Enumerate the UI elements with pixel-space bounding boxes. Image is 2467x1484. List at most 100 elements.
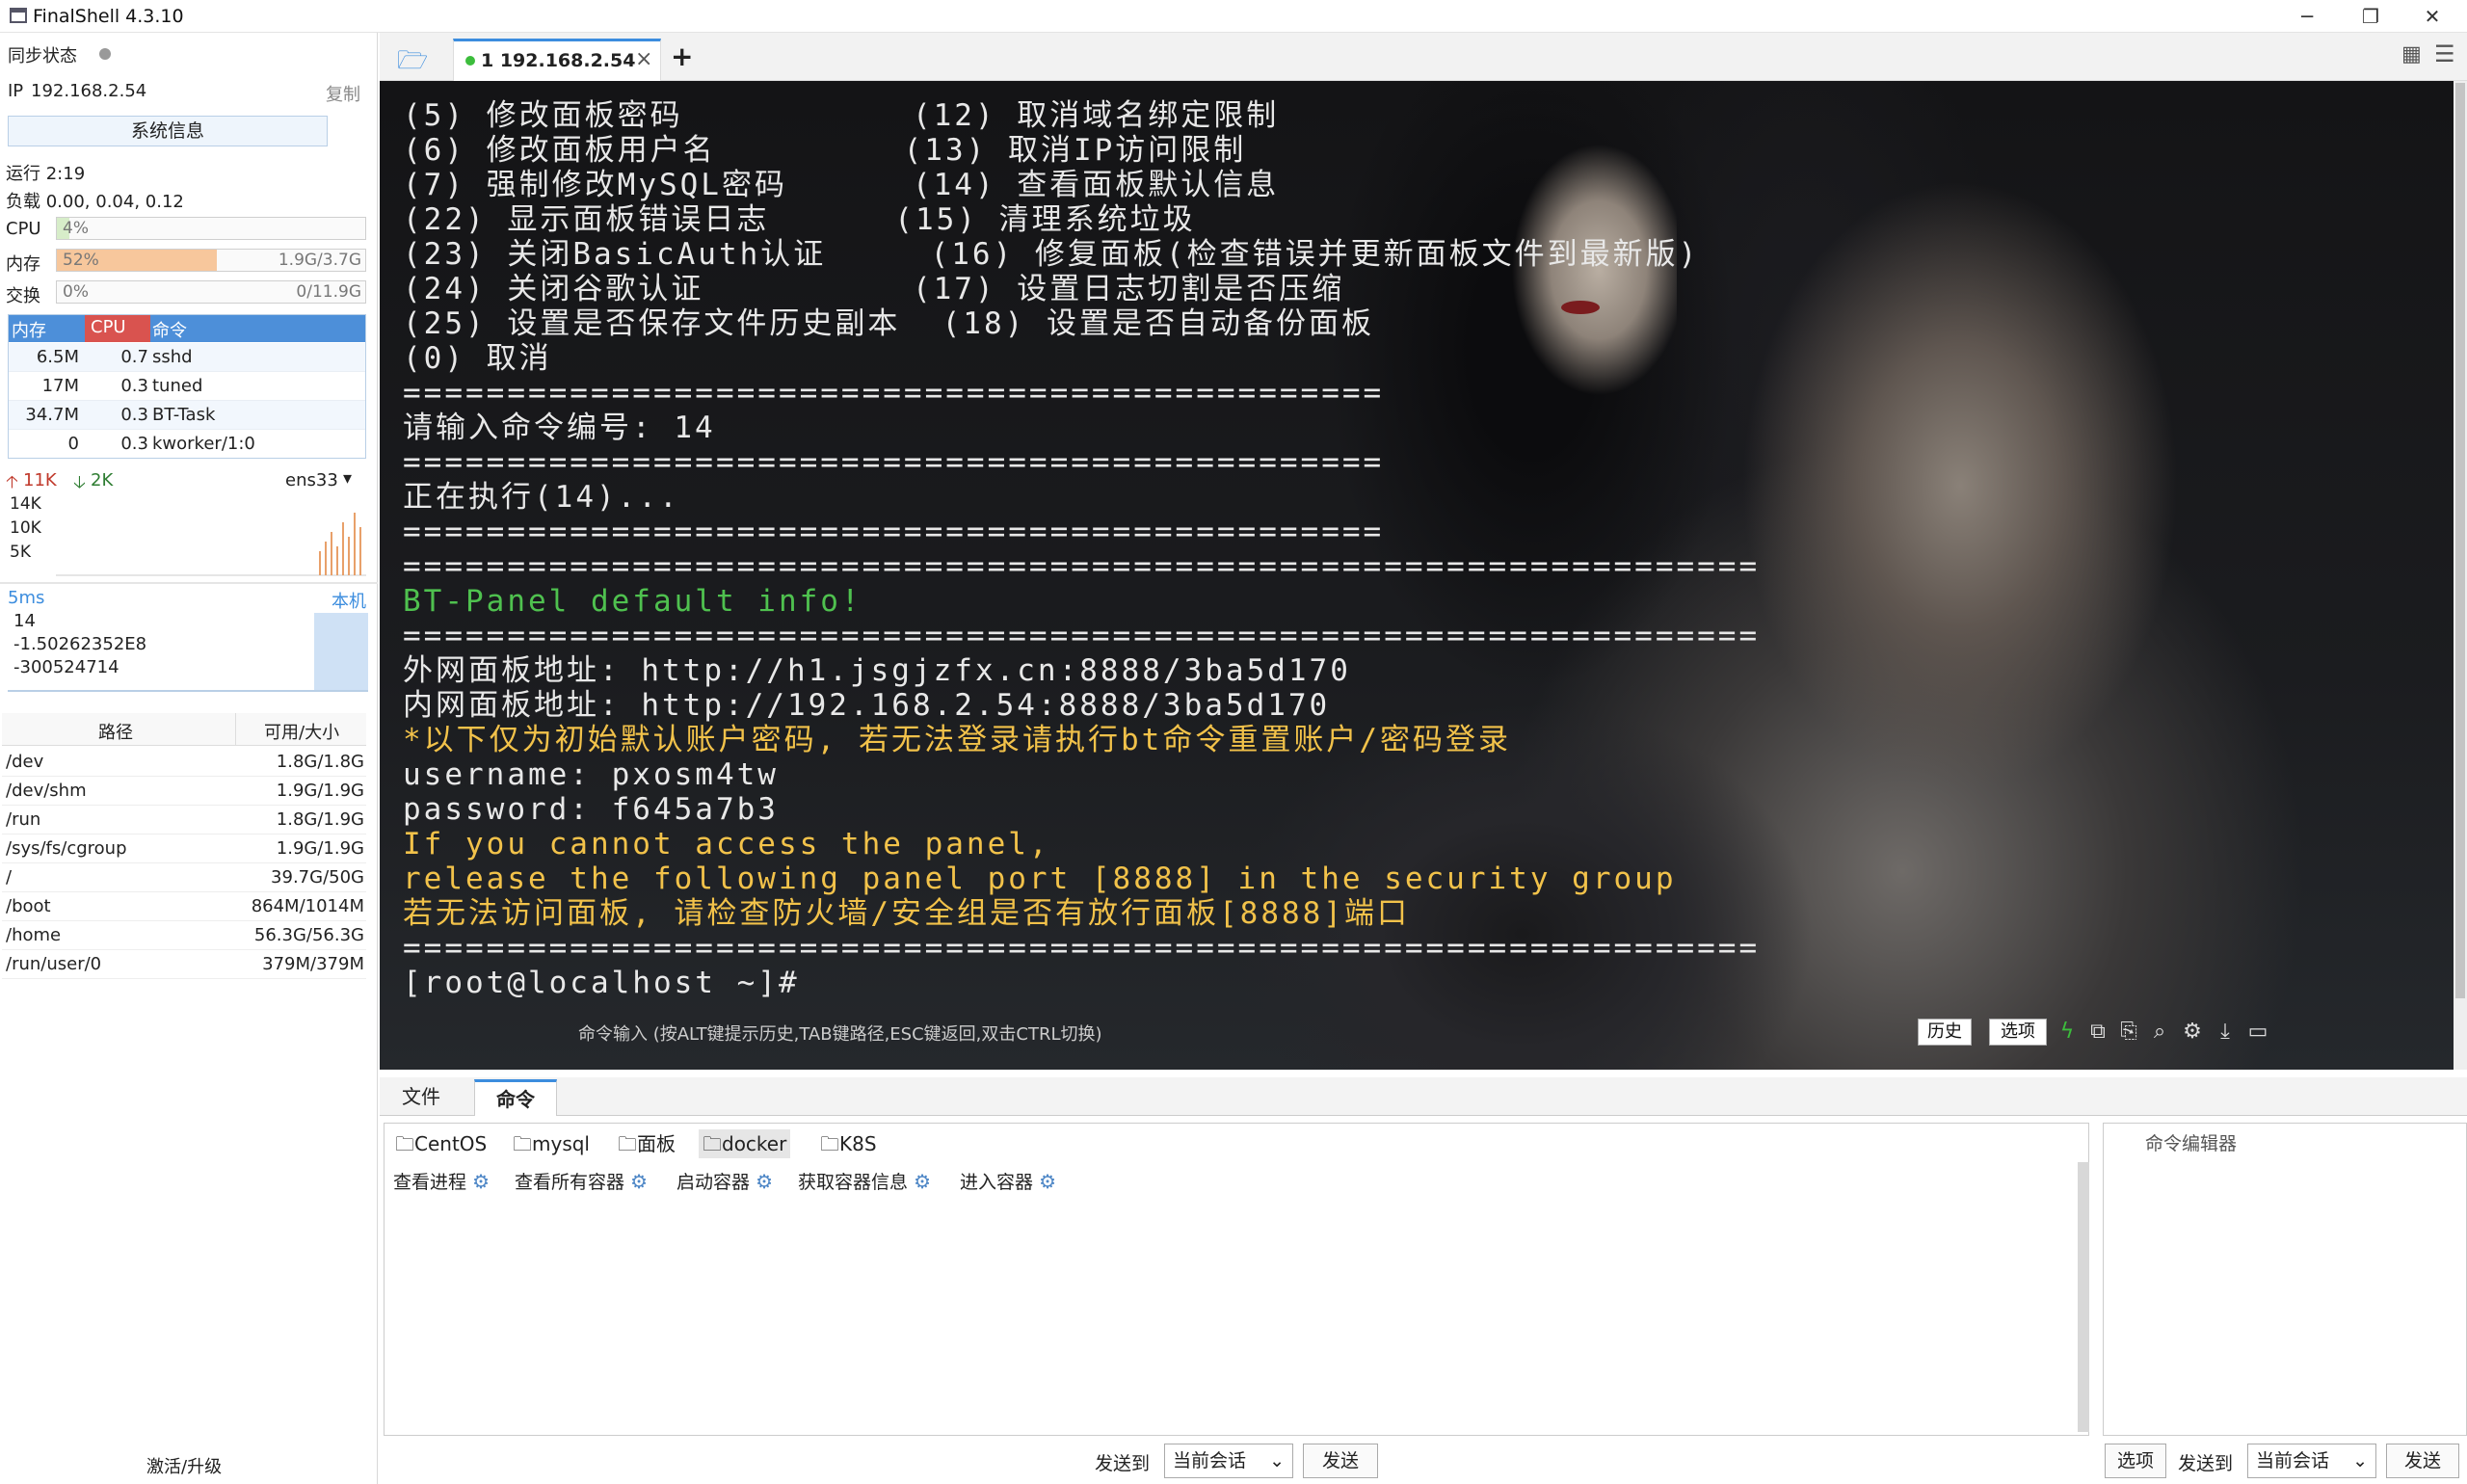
net-down: 2K (91, 470, 114, 490)
terminal-line: (25) 设置是否保存文件历史副本 (18) 设置是否自动备份面板 (403, 306, 1374, 341)
gear-icon[interactable]: ⚙ (1039, 1170, 1056, 1193)
history-button[interactable]: 历史 (1918, 1019, 1972, 1046)
chevron-down-icon[interactable]: ▾ (343, 468, 352, 489)
search-icon[interactable]: ⌕ (2147, 1020, 2172, 1045)
command-editor[interactable] (2103, 1123, 2467, 1436)
maximize-button[interactable]: ❐ (2342, 2, 2400, 31)
activate-upgrade-link[interactable]: 激活/升级 (146, 1453, 222, 1478)
tab-files[interactable]: 文件 (385, 1079, 457, 1116)
net-tick: 5K (10, 543, 31, 562)
folder-open-icon[interactable]: 🗁 (397, 42, 428, 85)
folder-docker[interactable]: 🗀docker (699, 1129, 791, 1158)
session-tab[interactable]: 1 192.168.2.54 × (453, 39, 661, 81)
title-bar (0, 0, 2467, 33)
folder-k8s[interactable]: 🗀K8S (816, 1129, 881, 1158)
gear-icon[interactable]: ⚙ (2180, 1020, 2205, 1045)
mem-label: 内存 (6, 254, 40, 275)
command-button[interactable]: 启动容器 ⚙ (676, 1168, 773, 1194)
fs-row[interactable]: /run 1.8G/1.9G (2, 806, 366, 835)
window-icon[interactable]: ▭ (2245, 1020, 2270, 1045)
menu-icon[interactable]: ☰ (2434, 40, 2455, 67)
background-art (1561, 301, 1600, 314)
folder-label: mysql (532, 1132, 590, 1155)
minimize-button[interactable]: ─ (2278, 2, 2336, 31)
grid-view-icon[interactable]: ▦ (2401, 42, 2422, 66)
command-button[interactable]: 查看所有容器 ⚙ (515, 1168, 648, 1194)
folder-centos[interactable]: 🗀CentOS (391, 1129, 491, 1158)
gear-icon[interactable]: ⚙ (914, 1170, 931, 1193)
fs-size: 1.8G/1.9G (276, 809, 364, 830)
copy-icon[interactable]: ⧉ (2085, 1020, 2110, 1045)
app-title: FinalShell 4.3.10 (33, 6, 184, 27)
terminal-line: (5) 修改面板密码 (12) 取消域名绑定限制 (403, 98, 1280, 133)
send-button[interactable]: 发送 (1303, 1444, 1378, 1478)
system-info-button[interactable]: 系统信息 (8, 116, 328, 146)
send-to-label: 发送到 (1095, 1453, 1151, 1474)
command-button[interactable]: 查看进程 ⚙ (393, 1168, 490, 1194)
terminal-line: (0) 取消 (403, 341, 552, 376)
bottom-tab-bar (380, 1077, 2467, 1116)
swap-percent: 0% (63, 282, 89, 302)
terminal-line: 内网面板地址: http://192.168.2.54:8888/3ba5d17… (403, 688, 1331, 723)
swap-label: 交换 (6, 286, 40, 306)
editor-options-button[interactable]: 选项 (2105, 1444, 2166, 1478)
app-icon (10, 8, 27, 23)
fs-row[interactable]: /sys/fs/cgroup 1.9G/1.9G (2, 835, 366, 863)
command-input-hint[interactable]: 命令输入 (按ALT键提示历史,TAB键路径,ESC键返回,双击CTRL切换) (578, 1020, 1102, 1046)
fs-size: 1.9G/1.9G (276, 781, 364, 801)
terminal-line: ========================================… (403, 931, 1761, 966)
net-tick: 10K (10, 518, 41, 538)
mem-detail: 1.9G/3.7G (278, 251, 361, 270)
fs-row[interactable]: /dev/shm 1.9G/1.9G (2, 777, 366, 806)
sync-status-label: 同步状态 (8, 46, 77, 66)
terminal-line: ========================================… (403, 376, 1385, 411)
net-interface-select[interactable]: ens33 (285, 470, 338, 490)
fs-row[interactable]: /run/user/0 379M/379M (2, 950, 366, 979)
close-window-button[interactable]: ✕ (2403, 2, 2461, 31)
folder-面板[interactable]: 🗀面板 (614, 1129, 679, 1158)
editor-send-target-select[interactable]: 当前会话 ⌄ (2247, 1444, 2376, 1478)
fs-row[interactable]: /dev 1.8G/1.8G (2, 748, 366, 777)
fs-row[interactable]: / 39.7G/50G (2, 863, 366, 892)
command-button[interactable]: 进入容器 ⚙ (960, 1168, 1056, 1194)
uptime-text: 运行 2:19 (6, 164, 86, 184)
terminal-line: password: f645a7b3 (403, 792, 779, 827)
terminal-scroll-thumb[interactable] (2455, 83, 2465, 998)
fs-row[interactable]: /boot 864M/1014M (2, 892, 366, 921)
close-tab-icon[interactable]: × (635, 47, 652, 71)
fs-path: /run (6, 809, 41, 830)
fs-row[interactable]: /home 56.3G/56.3G (2, 921, 366, 950)
add-tab-button[interactable]: + (671, 40, 693, 72)
send-target-select[interactable]: 当前会话 ⌄ (1164, 1444, 1293, 1478)
swap-detail: 0/11.9G (296, 282, 361, 302)
lightning-icon[interactable]: ϟ (2055, 1020, 2080, 1045)
folder-icon: 🗀 (618, 1132, 637, 1155)
terminal-line: 外网面板地址: http://h1.jsgjzfx.cn:8888/3ba5d1… (403, 653, 1351, 688)
command-label: 查看进程 (393, 1172, 467, 1193)
download-icon[interactable]: ⤓ (2213, 1020, 2238, 1045)
editor-send-button[interactable]: 发送 (2386, 1444, 2459, 1478)
terminal-line: release the following panel port [8888] … (403, 861, 1677, 896)
paste-icon[interactable]: ⎘ (2116, 1020, 2141, 1045)
gear-icon[interactable]: ⚙ (472, 1170, 490, 1193)
options-button[interactable]: 选项 (1989, 1019, 2047, 1046)
gear-icon[interactable]: ⚙ (630, 1170, 648, 1193)
folder-label: CentOS (414, 1132, 488, 1155)
command-button[interactable]: 获取容器信息 ⚙ (798, 1168, 931, 1194)
copy-ip-link[interactable]: 复制 (326, 81, 360, 106)
chevron-down-icon: ⌄ (1269, 1450, 1285, 1471)
tab-commands[interactable]: 命令 (474, 1079, 557, 1116)
folder-icon: 🗀 (703, 1132, 722, 1155)
fs-path: /boot (6, 896, 51, 916)
editor-send-to-label: 发送到 (2178, 1453, 2234, 1474)
latency-value: -300524714 (13, 657, 119, 677)
command-panel-scrollbar[interactable] (2078, 1162, 2089, 1432)
fs-path: /dev/shm (6, 781, 87, 801)
gear-icon[interactable]: ⚙ (756, 1170, 773, 1193)
fs-col-size[interactable]: 可用/大小 (264, 719, 339, 744)
latency-host[interactable]: 本机 (332, 588, 366, 613)
session-tab-label: 1 192.168.2.54 (481, 50, 636, 71)
fs-col-path[interactable]: 路径 (98, 719, 133, 744)
mem-bar: 52% 1.9G/3.7G (56, 249, 366, 272)
folder-mysql[interactable]: 🗀mysql (509, 1129, 594, 1158)
